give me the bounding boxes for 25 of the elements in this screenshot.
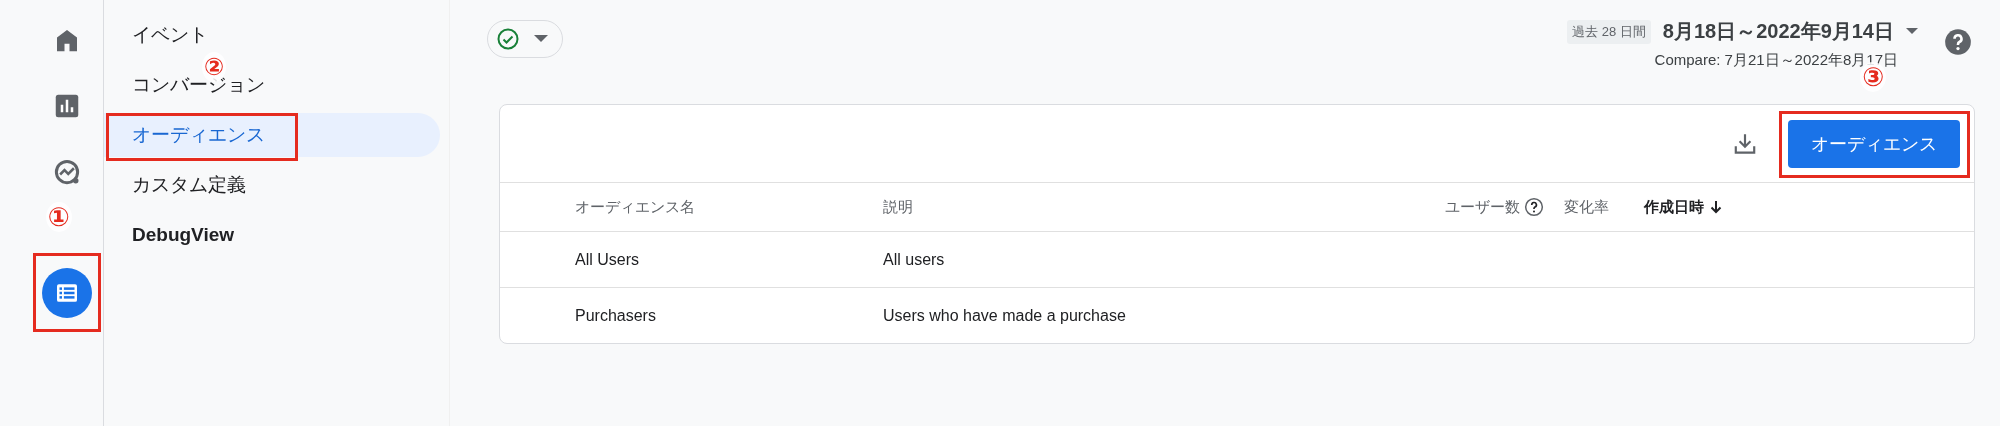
table-cell: Users who have made a purchase — [883, 306, 1126, 325]
help-icon[interactable] — [1944, 28, 1972, 56]
sort-arrow-icon — [1708, 199, 1724, 215]
column-header[interactable]: ユーザー数 — [1445, 197, 1544, 217]
column-header[interactable]: 作成日時 — [1644, 197, 1724, 217]
column-header[interactable]: オーディエンス名 — [575, 197, 695, 217]
nav-item[interactable]: カスタム定義 — [132, 172, 246, 198]
rail-button[interactable] — [41, 268, 92, 318]
nav-item[interactable]: オーディエンス — [104, 113, 440, 157]
check-circle-icon — [496, 27, 520, 51]
table-cell: All Users — [575, 250, 639, 269]
step-marker: ① — [45, 202, 72, 232]
caret-icon — [534, 35, 548, 43]
nav-item[interactable]: イベント — [132, 22, 208, 48]
date-range-badge: 過去 28 日間 — [1567, 19, 1651, 44]
caret-icon[interactable] — [1906, 28, 1918, 35]
column-header[interactable]: 変化率 — [1564, 197, 1609, 217]
table-cell: All users — [883, 250, 945, 269]
column-header[interactable]: 説明 — [883, 197, 913, 217]
help-icon[interactable] — [1524, 197, 1544, 217]
nav-item[interactable]: DebugView — [132, 224, 235, 246]
date-range[interactable]: 8月18日～2022年9月14日 — [1662, 18, 1894, 45]
create-audience-button[interactable]: オーディエンス — [1788, 119, 1960, 168]
status-dropdown[interactable] — [487, 20, 563, 58]
table-cell: Purchasers — [575, 306, 656, 325]
